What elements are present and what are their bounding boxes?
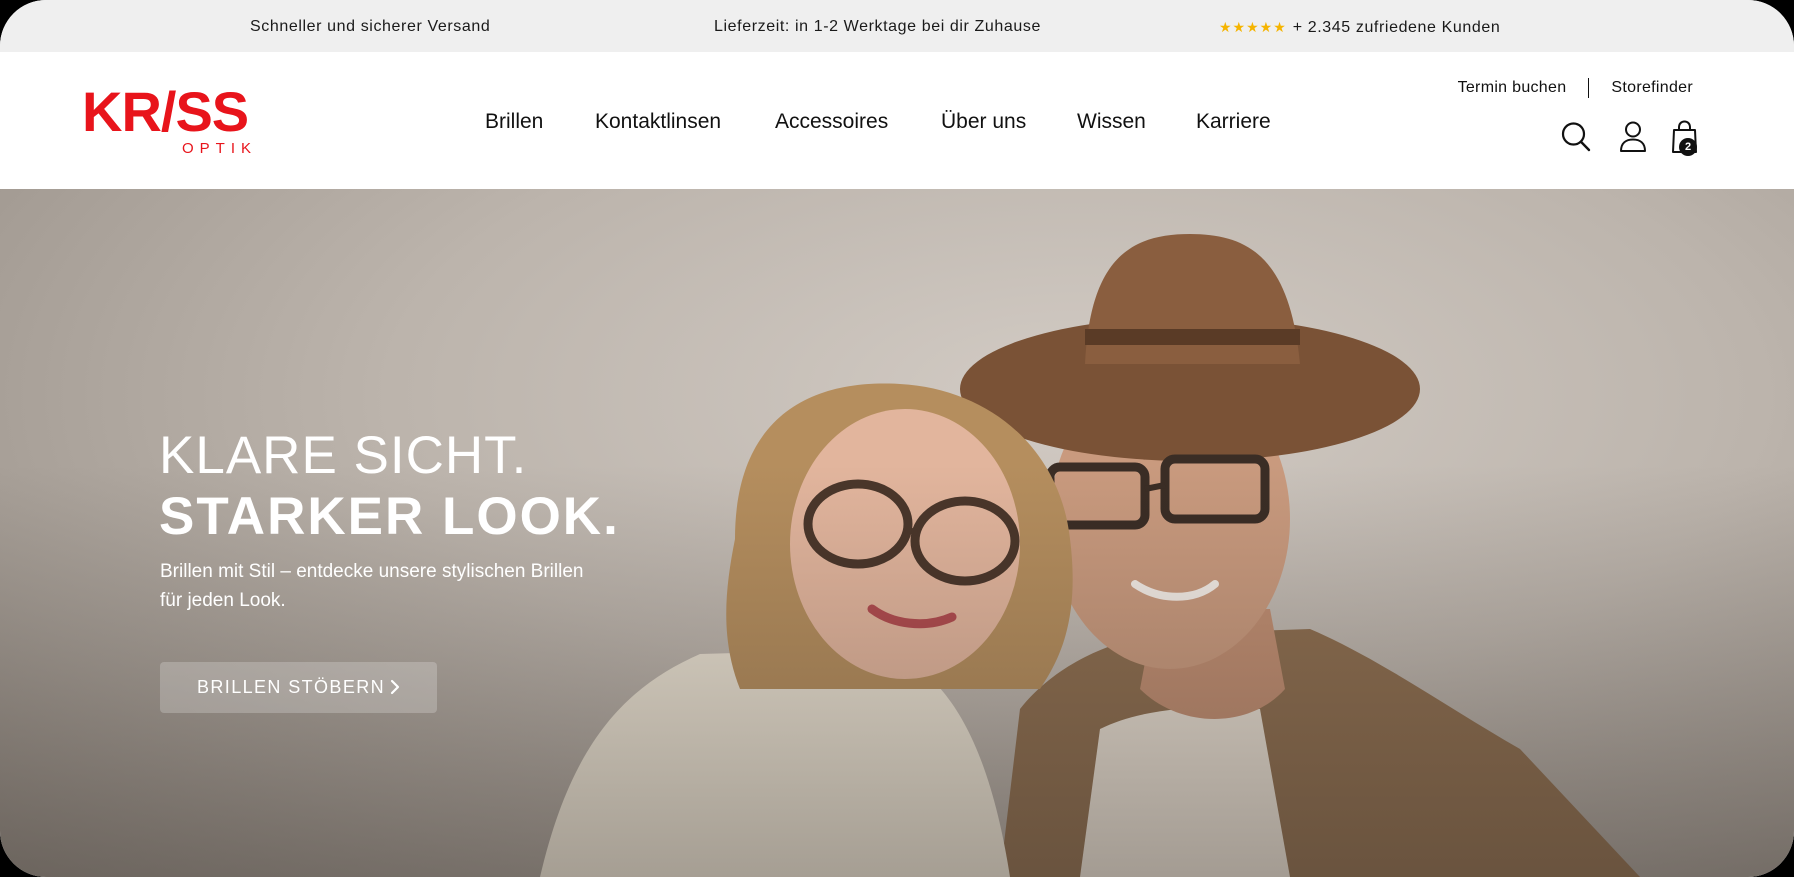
customer-count: + 2.345 zufriedene Kunden — [1292, 19, 1501, 36]
shipping-note: Schneller und sicherer Versand — [250, 18, 491, 35]
shopping-bag-icon[interactable]: 2 — [1670, 120, 1702, 156]
utility-links: Termin buchen Storefinder — [1458, 78, 1693, 98]
nav-item-accessoires[interactable]: Accessoires — [775, 110, 888, 134]
delivery-note: Lieferzeit: in 1-2 Werktage bei dir Zuha… — [714, 18, 1041, 35]
hero-banner: KLARE SICHT. STARKER LOOK. Brillen mit S… — [0, 189, 1794, 877]
browse-glasses-label: BRILLEN STÖBERN — [197, 677, 386, 697]
cart-count-badge: 2 — [1679, 138, 1697, 156]
nav-item-ueber-uns[interactable]: Über uns — [941, 110, 1026, 134]
chevron-right-icon — [390, 679, 400, 695]
nav-item-brillen[interactable]: Brillen — [485, 110, 543, 134]
hero-title-line-2: STARKER LOOK. — [159, 487, 620, 546]
search-icon[interactable] — [1560, 120, 1592, 154]
rating-note: ★★★★★ + 2.345 zufriedene Kunden — [1219, 0, 1500, 52]
rating-stars-icon: ★★★★★ — [1219, 19, 1287, 35]
storefinder-link[interactable]: Storefinder — [1611, 79, 1693, 96]
logo-wordmark: KR/SS — [82, 80, 249, 143]
nav-item-karriere[interactable]: Karriere — [1196, 110, 1271, 134]
hero-title-line-1: KLARE SICHT. — [159, 426, 528, 485]
utility-divider — [1588, 78, 1590, 98]
site-header: KR/SS OPTIK Brillen Kontaktlinsen Access… — [0, 52, 1794, 189]
logo-subline: OPTIK — [182, 140, 258, 157]
nav-item-kontaktlinsen[interactable]: Kontaktlinsen — [595, 110, 721, 134]
appointment-link[interactable]: Termin buchen — [1458, 79, 1567, 96]
nav-item-wissen[interactable]: Wissen — [1077, 110, 1146, 134]
hero-description: Brillen mit Stil – entdecke unsere styli… — [160, 561, 584, 611]
brand-logo[interactable]: KR/SS OPTIK — [82, 82, 272, 162]
browse-glasses-button[interactable]: BRILLEN STÖBERN — [160, 662, 437, 713]
info-bar: Schneller und sicherer Versand Lieferzei… — [0, 0, 1794, 52]
browser-frame: Schneller und sicherer Versand Lieferzei… — [0, 0, 1794, 877]
user-icon[interactable] — [1617, 120, 1649, 154]
